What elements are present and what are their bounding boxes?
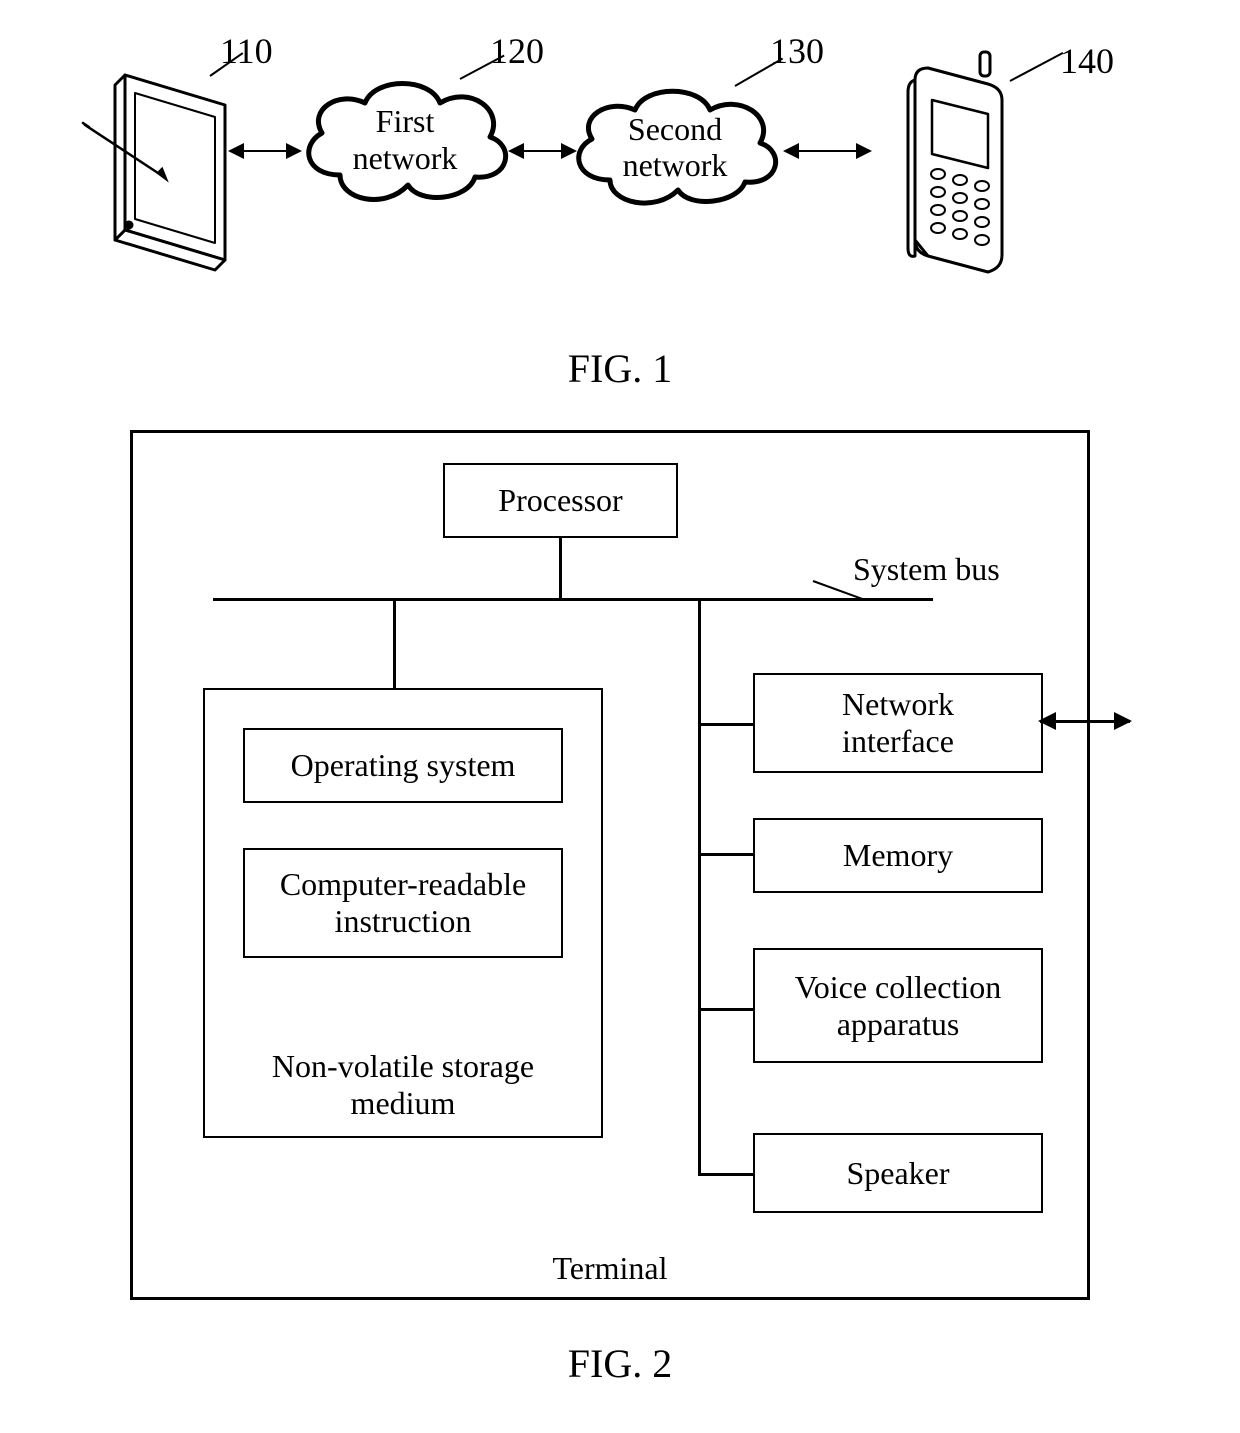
bidirectional-arrow-icon	[785, 150, 870, 152]
figure-1: 110 First network 120 Second network 130	[90, 30, 1140, 290]
tablet-device-icon	[80, 65, 235, 275]
operating-system-box: Operating system	[243, 728, 563, 803]
network-interface-box: Network interface	[753, 673, 1043, 773]
ref-number-cloud1: 120	[490, 30, 544, 72]
instruction-box: Computer-readable instruction	[243, 848, 563, 958]
figure-1-caption: FIG. 1	[0, 345, 1240, 392]
connector-line	[698, 598, 701, 1173]
speaker-label: Speaker	[846, 1155, 949, 1192]
external-bidirectional-arrow-icon	[1040, 720, 1130, 723]
bidirectional-arrow-icon	[510, 150, 575, 152]
cloud-first-label: First network	[290, 103, 520, 177]
processor-box: Processor	[443, 463, 678, 538]
connector-line	[698, 1008, 753, 1011]
storage-medium-label: Non-volatile storage medium	[272, 1048, 534, 1122]
connector-line	[559, 538, 562, 598]
voice-collection-box: Voice collection apparatus	[753, 948, 1043, 1063]
phone-device-icon	[870, 50, 1025, 285]
connector-line	[698, 853, 753, 856]
system-bus-label: System bus	[853, 551, 1053, 588]
system-bus-line	[213, 598, 933, 601]
voice-collection-label: Voice collection apparatus	[795, 969, 1001, 1043]
memory-label: Memory	[843, 837, 953, 874]
cloud-second-label: Second network	[560, 111, 790, 185]
ref-number-tablet: 110	[220, 30, 273, 72]
ref-number-cloud2: 130	[770, 30, 824, 72]
cloud-first-network-icon: First network	[290, 65, 520, 215]
network-interface-label: Network interface	[842, 686, 954, 760]
connector-line	[698, 723, 753, 726]
processor-label: Processor	[498, 482, 622, 519]
terminal-label: Terminal	[133, 1250, 1087, 1287]
memory-box: Memory	[753, 818, 1043, 893]
speaker-box: Speaker	[753, 1133, 1043, 1213]
operating-system-label: Operating system	[291, 747, 516, 784]
instruction-label: Computer-readable instruction	[280, 866, 526, 940]
connector-line	[393, 598, 396, 688]
connector-line	[698, 1173, 753, 1176]
ref-number-phone: 140	[1060, 40, 1114, 82]
figure-2: Processor System bus Non-volatile storag…	[130, 430, 1090, 1300]
bidirectional-arrow-icon	[230, 150, 300, 152]
figure-2-caption: FIG. 2	[0, 1340, 1240, 1387]
cloud-second-network-icon: Second network	[560, 75, 790, 220]
